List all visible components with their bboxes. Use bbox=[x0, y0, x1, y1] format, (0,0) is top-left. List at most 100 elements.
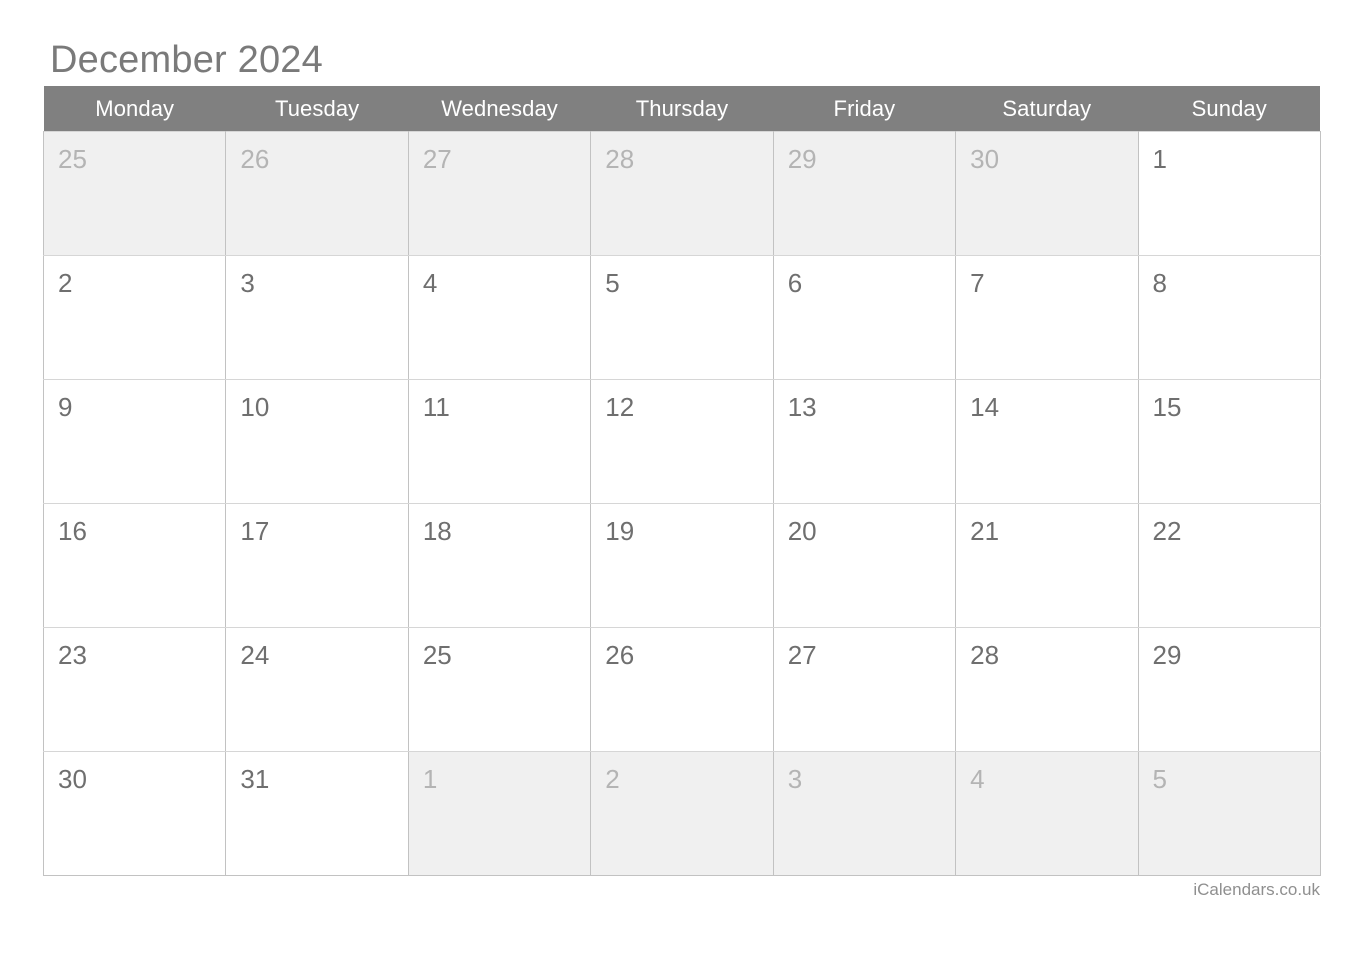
day-number: 31 bbox=[240, 764, 270, 794]
day-number: 27 bbox=[422, 144, 452, 174]
page-title: December 2024 bbox=[50, 39, 323, 81]
day-number: 18 bbox=[422, 516, 452, 546]
day-cell[interactable]: 8 bbox=[1137, 255, 1321, 380]
day-cell-other-month[interactable]: 5 bbox=[1137, 751, 1321, 876]
day-number: 15 bbox=[1152, 392, 1182, 422]
day-number: 3 bbox=[787, 764, 803, 794]
day-number: 7 bbox=[970, 268, 985, 298]
day-number: 16 bbox=[58, 516, 87, 546]
day-cell-other-month[interactable]: 30 bbox=[955, 131, 1139, 256]
day-number: 24 bbox=[240, 640, 270, 670]
day-cell-other-month[interactable]: 1 bbox=[407, 751, 592, 876]
day-cell[interactable]: 13 bbox=[772, 379, 957, 504]
calendar-body: 25 26 27 28 29 30 1 2 3 4 5 6 7 8 9 10 1… bbox=[42, 131, 1321, 876]
calendar-grid: Monday Tuesday Wednesday Thursday Friday… bbox=[42, 86, 1321, 876]
day-number: 21 bbox=[970, 516, 1000, 546]
calendar-page: December 2024 Monday Tuesday Wednesday T… bbox=[0, 0, 1366, 965]
day-cell[interactable]: 30 bbox=[42, 751, 227, 876]
day-cell[interactable]: 27 bbox=[772, 627, 957, 752]
day-number: 28 bbox=[970, 640, 1000, 670]
day-number: 26 bbox=[605, 640, 635, 670]
day-cell[interactable]: 2 bbox=[42, 255, 227, 380]
day-cell-other-month[interactable]: 25 bbox=[42, 131, 227, 256]
day-number: 5 bbox=[605, 268, 620, 298]
day-cell[interactable]: 23 bbox=[42, 627, 227, 752]
day-number: 13 bbox=[787, 392, 817, 422]
weekday-header-row: Monday Tuesday Wednesday Thursday Friday… bbox=[43, 86, 1321, 132]
day-number: 6 bbox=[787, 268, 803, 298]
day-cell[interactable]: 5 bbox=[590, 255, 774, 380]
day-cell[interactable]: 26 bbox=[590, 627, 774, 752]
weekday-header-sunday: Sunday bbox=[1138, 86, 1321, 132]
day-cell[interactable]: 20 bbox=[772, 503, 957, 628]
calendar-week-row: 25 26 27 28 29 30 1 bbox=[42, 131, 1321, 256]
day-cell[interactable]: 3 bbox=[225, 255, 409, 380]
day-cell[interactable]: 1 bbox=[1137, 131, 1321, 256]
day-cell[interactable]: 18 bbox=[407, 503, 592, 628]
day-number: 9 bbox=[58, 392, 73, 422]
day-cell[interactable]: 19 bbox=[590, 503, 774, 628]
weekday-header-tuesday: Tuesday bbox=[225, 86, 409, 132]
day-cell[interactable]: 31 bbox=[225, 751, 409, 876]
day-cell[interactable]: 11 bbox=[407, 379, 592, 504]
day-number: 5 bbox=[1152, 764, 1167, 794]
day-cell[interactable]: 24 bbox=[225, 627, 409, 752]
footer-credit[interactable]: iCalendars.co.uk bbox=[43, 879, 1320, 901]
day-number: 30 bbox=[58, 764, 87, 794]
day-cell[interactable]: 12 bbox=[590, 379, 774, 504]
day-number: 4 bbox=[970, 764, 985, 794]
day-number: 28 bbox=[605, 144, 635, 174]
weekday-header-friday: Friday bbox=[773, 86, 956, 132]
day-cell-other-month[interactable]: 28 bbox=[590, 131, 774, 256]
calendar-header: Monday Tuesday Wednesday Thursday Friday… bbox=[43, 86, 1321, 132]
day-number: 30 bbox=[970, 144, 1000, 174]
day-number: 3 bbox=[240, 268, 255, 298]
day-number: 12 bbox=[605, 392, 635, 422]
day-cell[interactable]: 25 bbox=[407, 627, 592, 752]
day-number: 29 bbox=[1152, 640, 1182, 670]
day-number: 23 bbox=[58, 640, 87, 670]
day-number: 22 bbox=[1152, 516, 1182, 546]
day-cell[interactable]: 28 bbox=[955, 627, 1139, 752]
day-cell[interactable]: 15 bbox=[1137, 379, 1321, 504]
day-cell[interactable]: 29 bbox=[1137, 627, 1321, 752]
day-cell[interactable]: 21 bbox=[955, 503, 1139, 628]
day-number: 11 bbox=[422, 392, 450, 422]
day-cell-other-month[interactable]: 26 bbox=[225, 131, 409, 256]
day-cell[interactable]: 17 bbox=[225, 503, 409, 628]
day-cell-other-month[interactable]: 2 bbox=[590, 751, 774, 876]
day-cell[interactable]: 14 bbox=[955, 379, 1139, 504]
day-cell[interactable]: 16 bbox=[42, 503, 227, 628]
day-cell[interactable]: 4 bbox=[407, 255, 592, 380]
day-cell-other-month[interactable]: 3 bbox=[772, 751, 957, 876]
day-cell-other-month[interactable]: 29 bbox=[772, 131, 957, 256]
day-number: 26 bbox=[240, 144, 270, 174]
day-cell[interactable]: 7 bbox=[955, 255, 1139, 380]
day-number: 1 bbox=[1152, 144, 1167, 174]
day-cell-other-month[interactable]: 27 bbox=[407, 131, 592, 256]
day-number: 25 bbox=[422, 640, 452, 670]
weekday-header-thursday: Thursday bbox=[590, 86, 774, 132]
day-number: 2 bbox=[605, 764, 620, 794]
calendar-week-row: 9 10 11 12 13 14 15 bbox=[42, 379, 1321, 504]
weekday-header-monday: Monday bbox=[43, 86, 226, 132]
calendar-week-row: 30 31 1 2 3 4 5 bbox=[42, 751, 1321, 876]
day-number: 1 bbox=[422, 764, 438, 794]
day-number: 14 bbox=[970, 392, 1000, 422]
day-number: 2 bbox=[58, 268, 73, 298]
day-number: 4 bbox=[422, 268, 438, 298]
day-number: 8 bbox=[1152, 268, 1167, 298]
calendar-week-row: 2 3 4 5 6 7 8 bbox=[42, 255, 1321, 380]
day-cell-other-month[interactable]: 4 bbox=[955, 751, 1139, 876]
day-cell[interactable]: 9 bbox=[42, 379, 227, 504]
day-number: 27 bbox=[787, 640, 817, 670]
calendar-week-row: 16 17 18 19 20 21 22 bbox=[42, 503, 1321, 628]
day-number: 25 bbox=[58, 144, 87, 174]
weekday-header-saturday: Saturday bbox=[955, 86, 1139, 132]
day-number: 19 bbox=[605, 516, 635, 546]
day-cell[interactable]: 10 bbox=[225, 379, 409, 504]
day-number: 20 bbox=[787, 516, 817, 546]
day-cell[interactable]: 6 bbox=[772, 255, 957, 380]
day-number: 10 bbox=[240, 392, 270, 422]
day-cell[interactable]: 22 bbox=[1137, 503, 1321, 628]
